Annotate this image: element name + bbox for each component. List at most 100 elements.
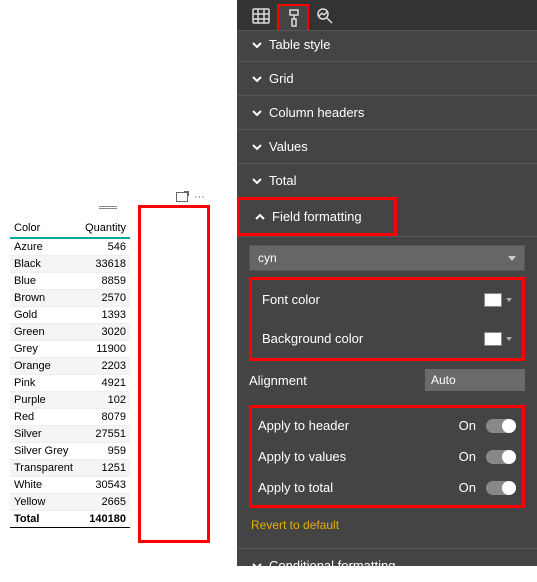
- font-color-label: Font color: [262, 292, 320, 307]
- alignment-select[interactable]: Auto: [425, 369, 525, 391]
- toggle-state: On: [459, 480, 476, 495]
- table-row[interactable]: Silver27551: [10, 426, 130, 443]
- section-total[interactable]: Total: [237, 163, 537, 197]
- toggle-state: On: [459, 449, 476, 464]
- revert-to-default[interactable]: Revert to default: [249, 508, 525, 538]
- section-label: Values: [269, 139, 308, 154]
- table-row[interactable]: Azure546: [10, 238, 130, 256]
- analytics-tab[interactable]: [309, 4, 341, 30]
- more-options-icon[interactable]: ···: [194, 191, 205, 203]
- chevron-down-icon: [506, 337, 512, 341]
- cell-quantity: 33618: [79, 256, 130, 273]
- section-label: Total: [269, 173, 296, 188]
- apply-total-label: Apply to total: [258, 480, 333, 495]
- cell-quantity: 11900: [79, 341, 130, 358]
- table-row[interactable]: Transparent1251: [10, 460, 130, 477]
- cell-color: Yellow: [10, 494, 79, 511]
- data-table: Color Quantity Azure546Black33618Blue885…: [10, 219, 130, 528]
- table-row[interactable]: Gold1393: [10, 307, 130, 324]
- table-row[interactable]: Pink4921: [10, 375, 130, 392]
- toggle-state: On: [459, 418, 476, 433]
- cell-quantity: 8079: [79, 409, 130, 426]
- cell-color: Red: [10, 409, 79, 426]
- format-panel: Table style Grid Column headers Values T…: [237, 0, 537, 566]
- cell-quantity: 102: [79, 392, 130, 409]
- alignment-value: Auto: [431, 373, 456, 387]
- col-header-quantity[interactable]: Quantity: [79, 219, 130, 238]
- cell-color: Azure: [10, 238, 79, 256]
- apply-total-toggle[interactable]: [486, 481, 516, 495]
- total-label: Total: [10, 511, 79, 528]
- table-row[interactable]: Green3020: [10, 324, 130, 341]
- table-visual: ··· Color Quantity Azure546Black33618Blu…: [10, 205, 205, 528]
- chevron-up-icon: [252, 212, 268, 222]
- cell-quantity: 8859: [79, 273, 130, 290]
- cell-color: Blue: [10, 273, 79, 290]
- total-value: 140180: [79, 511, 130, 528]
- section-label: Field formatting: [272, 209, 362, 224]
- field-select[interactable]: cyn: [249, 245, 525, 271]
- annotation-box: [138, 205, 210, 543]
- format-tab[interactable]: [277, 4, 309, 30]
- table-row[interactable]: Red8079: [10, 409, 130, 426]
- section-table-style[interactable]: Table style: [237, 30, 537, 61]
- table-row[interactable]: Black33618: [10, 256, 130, 273]
- table-row[interactable]: Silver Grey959: [10, 443, 130, 460]
- apply-toggle-group: Apply to header On Apply to values On Ap…: [249, 405, 525, 508]
- col-header-color[interactable]: Color: [10, 219, 79, 238]
- chevron-down-icon: [249, 74, 265, 84]
- fields-tab[interactable]: [245, 4, 277, 30]
- table-row[interactable]: Orange2203: [10, 358, 130, 375]
- cell-color: White: [10, 477, 79, 494]
- drag-handle-icon[interactable]: [99, 205, 117, 211]
- chevron-down-icon: [508, 256, 516, 261]
- cell-color: Brown: [10, 290, 79, 307]
- cell-color: Purple: [10, 392, 79, 409]
- cell-color: Transparent: [10, 460, 79, 477]
- cell-quantity: 4921: [79, 375, 130, 392]
- apply-values-toggle[interactable]: [486, 450, 516, 464]
- chevron-down-icon: [249, 142, 265, 152]
- section-grid[interactable]: Grid: [237, 61, 537, 95]
- cell-color: Orange: [10, 358, 79, 375]
- focus-mode-icon[interactable]: [176, 192, 188, 202]
- section-column-headers[interactable]: Column headers: [237, 95, 537, 129]
- section-values[interactable]: Values: [237, 129, 537, 163]
- section-field-formatting[interactable]: Field formatting: [237, 197, 397, 236]
- section-conditional-formatting[interactable]: Conditional formatting: [237, 548, 537, 582]
- cell-quantity: 30543: [79, 477, 130, 494]
- apply-header-label: Apply to header: [258, 418, 349, 433]
- alignment-label: Alignment: [249, 373, 307, 388]
- color-swatch: [484, 293, 502, 307]
- field-select-value: cyn: [258, 251, 277, 265]
- chevron-down-icon: [249, 108, 265, 118]
- table-row[interactable]: Purple102: [10, 392, 130, 409]
- section-label: Table style: [269, 37, 330, 52]
- table-row[interactable]: Brown2570: [10, 290, 130, 307]
- cell-quantity: 27551: [79, 426, 130, 443]
- chevron-down-icon: [249, 176, 265, 186]
- table-row[interactable]: Grey11900: [10, 341, 130, 358]
- cell-quantity: 2665: [79, 494, 130, 511]
- font-color-picker[interactable]: [484, 293, 512, 307]
- color-swatch: [484, 332, 502, 346]
- section-label: Grid: [269, 71, 294, 86]
- cell-quantity: 1251: [79, 460, 130, 477]
- cell-color: Pink: [10, 375, 79, 392]
- table-row[interactable]: Blue8859: [10, 273, 130, 290]
- background-color-picker[interactable]: [484, 332, 512, 346]
- cell-quantity: 959: [79, 443, 130, 460]
- apply-header-toggle[interactable]: [486, 419, 516, 433]
- table-row[interactable]: Yellow2665: [10, 494, 130, 511]
- cell-quantity: 3020: [79, 324, 130, 341]
- cell-quantity: 1393: [79, 307, 130, 324]
- section-label: Column headers: [269, 105, 364, 120]
- apply-values-label: Apply to values: [258, 449, 346, 464]
- panel-tabs: [237, 0, 537, 30]
- cell-color: Grey: [10, 341, 79, 358]
- chevron-down-icon: [249, 40, 265, 50]
- cell-color: Green: [10, 324, 79, 341]
- table-row[interactable]: White30543: [10, 477, 130, 494]
- field-formatting-body: cyn Font color Background color Alignmen…: [237, 236, 537, 548]
- cell-color: Silver: [10, 426, 79, 443]
